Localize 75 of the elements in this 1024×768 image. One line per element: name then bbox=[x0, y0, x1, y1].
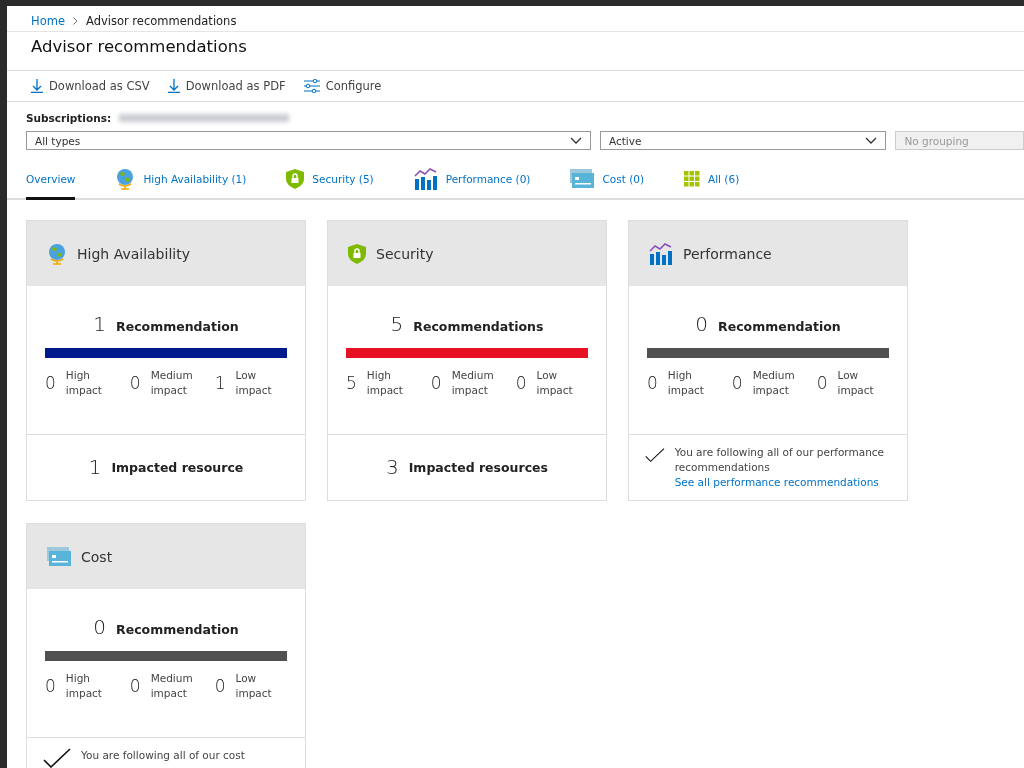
tab[interactable]: Security (5) bbox=[286, 166, 374, 200]
grid-icon bbox=[684, 171, 700, 187]
impact-label: Low impact bbox=[235, 671, 273, 701]
subscriptions-label: Subscriptions: bbox=[26, 112, 112, 124]
recommendation-label: Recommendation bbox=[116, 319, 239, 334]
recommendation-count: 0 bbox=[695, 312, 709, 336]
impact-label: High impact bbox=[667, 368, 705, 398]
tab[interactable]: High Availability (1) bbox=[115, 166, 247, 200]
impact-label: High impact bbox=[65, 368, 103, 398]
toolbar-button[interactable]: Configure bbox=[303, 79, 382, 93]
impact-count: 1 bbox=[214, 373, 226, 393]
recommendation-label: Recommendation bbox=[116, 622, 239, 637]
resource-label: Impacted resources bbox=[408, 459, 548, 475]
resource-count: 3 bbox=[386, 455, 399, 479]
shield-lock-icon bbox=[348, 243, 366, 264]
breadcrumb-link[interactable]: Home bbox=[31, 14, 65, 28]
resource-count: 1 bbox=[88, 455, 102, 479]
impact-label: High impact bbox=[366, 368, 404, 398]
impact-label: Low impact bbox=[837, 368, 875, 398]
impact-count: 0 bbox=[45, 373, 56, 393]
impact-label: Low impact bbox=[536, 368, 574, 398]
impact-count: 0 bbox=[816, 373, 828, 393]
chevron-down-icon bbox=[569, 137, 582, 144]
recommendation-label: Recommendation bbox=[718, 319, 841, 334]
breadcrumb-current: Advisor recommendations bbox=[85, 14, 237, 28]
impact-count: 0 bbox=[129, 676, 141, 696]
page-title: Advisor recommendations bbox=[31, 37, 248, 56]
chart-icon bbox=[649, 242, 673, 265]
impact-count: 0 bbox=[214, 676, 226, 696]
dropdown[interactable]: Active bbox=[599, 131, 887, 150]
card-title: Security bbox=[376, 245, 434, 262]
credit-card-icon bbox=[47, 546, 71, 567]
impact-label: Medium impact bbox=[451, 368, 495, 398]
status-message: You are following all of our performance recommendations bbox=[674, 445, 886, 475]
see-all-link[interactable]: See all performance recommendations bbox=[674, 476, 879, 488]
impact-label: Medium impact bbox=[752, 368, 796, 398]
impact-count: 0 bbox=[430, 373, 442, 393]
globe-icon bbox=[115, 168, 136, 190]
impact-count: 0 bbox=[647, 373, 658, 393]
resource-label: Impacted resource bbox=[111, 459, 244, 475]
sliders-icon bbox=[303, 79, 320, 93]
chart-icon bbox=[413, 168, 438, 190]
impact-label: Medium impact bbox=[150, 671, 194, 701]
tab[interactable]: Cost (0) bbox=[570, 166, 644, 200]
globe-icon bbox=[47, 242, 67, 265]
impact-count: 0 bbox=[731, 373, 743, 393]
impact-count: 0 bbox=[515, 373, 527, 393]
impact-count: 0 bbox=[45, 676, 56, 696]
toolbar-button[interactable]: Download as PDF bbox=[167, 79, 286, 93]
impact-count: 5 bbox=[346, 373, 357, 393]
chevron-down-icon bbox=[865, 137, 878, 144]
card-title: Cost bbox=[81, 548, 113, 565]
download-icon bbox=[167, 79, 180, 93]
card-title: High Availability bbox=[77, 245, 190, 262]
tab[interactable]: Performance (0) bbox=[413, 166, 531, 200]
checkmark-icon bbox=[645, 445, 665, 465]
toolbar-button[interactable]: Download as CSV bbox=[31, 79, 150, 93]
status-message: You are following all of our cost bbox=[81, 748, 245, 763]
tab[interactable]: Overview bbox=[26, 166, 76, 200]
impact-label: Low impact bbox=[235, 368, 273, 398]
recommendation-count: 0 bbox=[93, 615, 107, 639]
impact-label: Medium impact bbox=[150, 368, 194, 398]
chevron-right-icon bbox=[72, 17, 78, 25]
impact-label: High impact bbox=[65, 671, 103, 701]
recommendation-label: Recommendations bbox=[413, 319, 544, 334]
recommendation-count: 5 bbox=[390, 312, 404, 336]
download-icon bbox=[31, 79, 43, 93]
recommendation-count: 1 bbox=[93, 312, 107, 336]
dropdown[interactable]: All types bbox=[26, 131, 591, 150]
impact-count: 0 bbox=[129, 373, 141, 393]
card-title: Performance bbox=[683, 245, 772, 262]
tab[interactable]: All (6) bbox=[684, 166, 740, 200]
credit-card-icon bbox=[570, 169, 595, 189]
shield-lock-icon bbox=[286, 169, 305, 189]
checkmark-icon bbox=[43, 748, 71, 768]
